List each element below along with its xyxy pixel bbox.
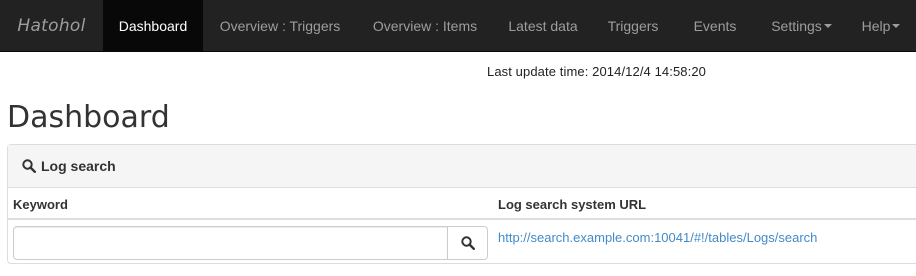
column-header-url: Log search system URL xyxy=(498,197,647,212)
keyword-search-input[interactable] xyxy=(13,226,448,260)
top-navbar: Hatohol Dashboard Overview : Triggers Ov… xyxy=(0,0,916,52)
nav-latest-data[interactable]: Latest data xyxy=(493,0,593,51)
search-icon xyxy=(22,159,36,173)
nav-settings-label: Settings xyxy=(771,17,822,34)
keyword-search-group xyxy=(13,226,488,260)
nav-overview-triggers[interactable]: Overview : Triggers xyxy=(203,0,357,51)
nav-dashboard[interactable]: Dashboard xyxy=(103,0,203,51)
table-header: Keyword Log search system URL xyxy=(8,188,916,220)
nav-help-dropdown[interactable]: Help xyxy=(846,0,916,51)
log-search-panel: Log search Keyword Log search system URL… xyxy=(7,144,916,264)
table-row: http://search.example.com:10041/#!/table… xyxy=(8,220,916,264)
column-header-keyword: Keyword xyxy=(13,197,68,212)
panel-title: Log search xyxy=(41,158,116,174)
page-title: Dashboard xyxy=(7,100,170,135)
search-button[interactable] xyxy=(448,226,488,260)
panel-heading: Log search xyxy=(8,145,916,188)
brand-logo[interactable]: Hatohol xyxy=(0,0,103,51)
nav-overview-items[interactable]: Overview : Items xyxy=(357,0,493,51)
last-update-time: Last update time: 2014/12/4 14:58:20 xyxy=(487,64,706,79)
caret-down-icon xyxy=(892,23,901,28)
search-icon xyxy=(460,236,475,250)
nav-events[interactable]: Events xyxy=(673,0,757,51)
nav-triggers[interactable]: Triggers xyxy=(593,0,673,51)
caret-down-icon xyxy=(823,23,832,28)
log-search-url-link[interactable]: http://search.example.com:10041/#!/table… xyxy=(498,230,817,245)
nav-settings-dropdown[interactable]: Settings xyxy=(757,0,846,51)
nav-help-label: Help xyxy=(861,17,891,34)
